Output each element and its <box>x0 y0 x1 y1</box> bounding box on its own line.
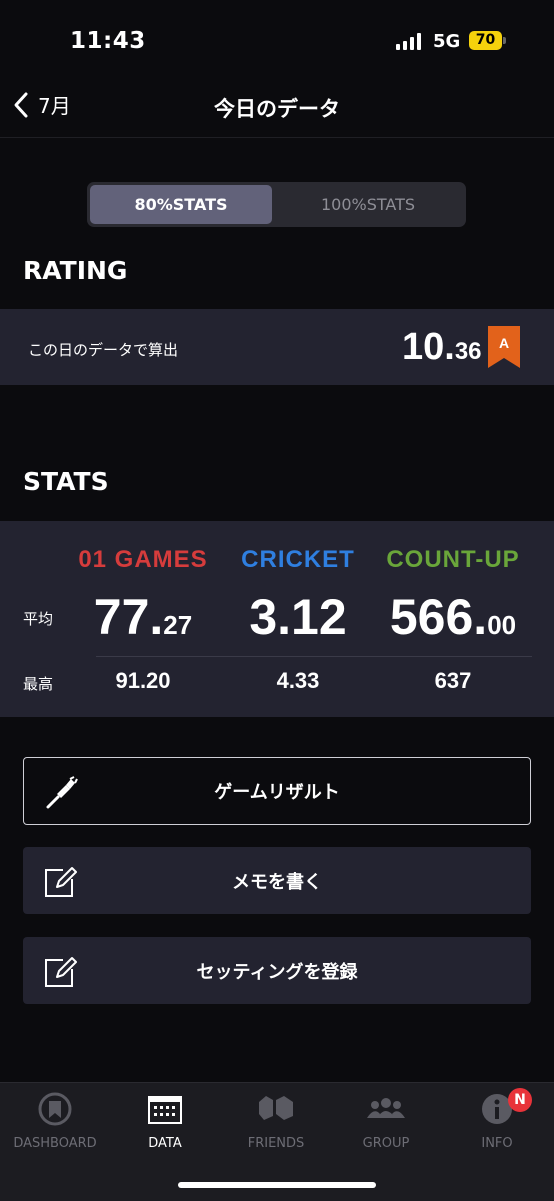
group-icon <box>367 1098 405 1118</box>
col-title-count-up: COUNT-UP <box>386 546 520 573</box>
tab-data[interactable]: DATA <box>110 1092 220 1151</box>
rating-flag-letter: A <box>499 335 509 351</box>
status-time: 11:43 <box>70 28 146 54</box>
avg-countup-dec: 00 <box>487 610 517 640</box>
edit-icon <box>45 957 77 987</box>
best-cricket: 4.33 <box>276 668 320 693</box>
tab-dashboard[interactable]: DASHBOARD <box>0 1092 110 1151</box>
stats-divider <box>96 656 532 657</box>
tab-group[interactable]: GROUP <box>331 1092 441 1151</box>
rating-heading: RATING <box>23 256 128 285</box>
tab-group-label: GROUP <box>362 1136 410 1151</box>
best-01-games: 91.20 <box>115 668 171 693</box>
rating-value: 10.36 <box>402 326 482 369</box>
network-label: 5G <box>433 31 461 52</box>
tab-dashboard-label: DASHBOARD <box>13 1136 97 1151</box>
rating-row-label: この日のデータで算出 <box>28 341 179 359</box>
edit-icon <box>45 867 77 897</box>
page-title: 今日のデータ <box>214 97 340 121</box>
col-title-cricket: CRICKET <box>241 546 355 573</box>
avg-cricket-int: 3.12 <box>249 589 347 645</box>
write-memo-button[interactable]: メモを書く <box>23 847 531 914</box>
write-memo-label: メモを書く <box>232 871 322 893</box>
tab-friends[interactable]: FRIENDS <box>221 1092 331 1151</box>
segment-100-stats[interactable]: 100%STATS <box>273 185 463 224</box>
battery-icon: 70 <box>469 31 502 50</box>
info-notification-badge: N <box>508 1088 532 1112</box>
battery-nub <box>503 37 506 44</box>
best-count-up: 637 <box>434 668 472 693</box>
tab-data-label: DATA <box>148 1136 182 1151</box>
home-indicator <box>178 1182 376 1188</box>
calendar-icon <box>148 1096 182 1124</box>
best-label: 最高 <box>23 675 54 693</box>
avg-01-games: 77.27 <box>58 588 228 646</box>
nav-divider <box>0 137 554 138</box>
tab-info[interactable]: INFO <box>442 1092 552 1151</box>
register-setting-label: セッティングを登録 <box>196 961 358 983</box>
friends-icon <box>259 1096 293 1120</box>
tab-info-label: INFO <box>481 1136 513 1151</box>
col-title-01-games: 01 GAMES <box>78 546 208 573</box>
avg-cricket: 3.12 <box>213 588 383 646</box>
avg-count-up: 566.00 <box>368 588 538 646</box>
dart-icon <box>46 776 78 809</box>
rating-flag-icon: A <box>488 326 520 368</box>
signal-icon <box>396 33 421 50</box>
avg-01-int: 77. <box>93 589 164 645</box>
register-setting-button[interactable]: セッティングを登録 <box>23 937 531 1004</box>
avg-01-dec: 27 <box>163 610 193 640</box>
stats-segmented-control: 80%STATS 100%STATS <box>87 182 466 227</box>
rating-value-int: 10. <box>402 326 455 368</box>
segment-80-stats[interactable]: 80%STATS <box>90 185 272 224</box>
rating-value-dec: 36 <box>454 338 482 365</box>
game-result-label: ゲームリザルト <box>214 782 340 803</box>
tab-friends-label: FRIENDS <box>247 1136 305 1151</box>
game-result-button[interactable]: ゲームリザルト <box>23 757 531 825</box>
dashboard-icon <box>38 1092 72 1126</box>
avg-countup-int: 566. <box>389 589 488 645</box>
stats-heading: STATS <box>23 467 109 496</box>
avg-label: 平均 <box>23 610 54 628</box>
